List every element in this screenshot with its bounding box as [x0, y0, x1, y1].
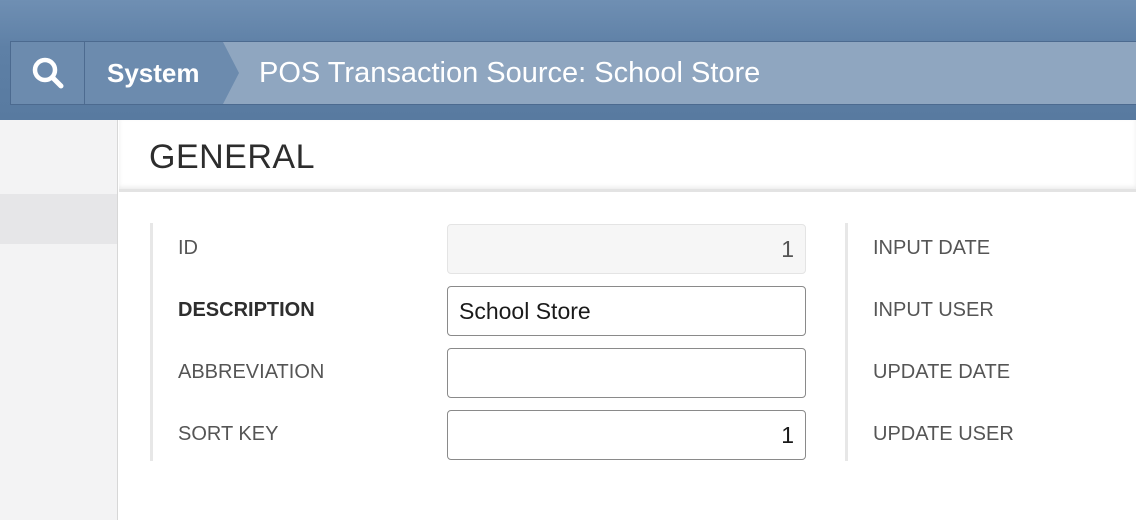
search-icon [32, 57, 63, 89]
sidebar [0, 120, 118, 520]
sidebar-item-general[interactable] [0, 194, 117, 244]
update-date-label: UPDATE DATE [873, 361, 1011, 383]
section-title: GENERAL [149, 138, 315, 176]
form-row-description: DESCRIPTION [153, 285, 833, 336]
id-label: ID [178, 237, 198, 259]
abbreviation-label: ABBREVIATION [178, 361, 325, 383]
form-row-abbreviation: ABBREVIATION [153, 347, 833, 398]
search-button[interactable] [11, 42, 85, 104]
general-form: ID DESCRIPTION ABBREVIATION SORT KEY [150, 223, 830, 461]
input-date-label: INPUT DATE [873, 237, 991, 259]
description-label: DESCRIPTION [178, 299, 315, 321]
breadcrumb-system[interactable]: System [85, 42, 239, 104]
sort-key-field[interactable] [447, 410, 806, 460]
breadcrumb: System POS Transaction Source: School St… [10, 41, 1136, 105]
audit-info: INPUT DATE INPUT USER UPDATE DATE UPDATE… [845, 223, 1136, 461]
id-field [447, 224, 806, 274]
form-row-id: ID [153, 223, 833, 274]
section-header: GENERAL [119, 120, 1136, 192]
abbreviation-field[interactable] [447, 348, 806, 398]
sort-key-label: SORT KEY [178, 423, 279, 445]
description-field[interactable] [447, 286, 806, 336]
top-header-bar: System POS Transaction Source: School St… [0, 0, 1136, 120]
input-user-label: INPUT USER [873, 299, 994, 321]
update-user-label: UPDATE USER [873, 423, 1014, 445]
form-row-sort-key: SORT KEY [153, 409, 833, 460]
page-title: POS Transaction Source: School Store [259, 56, 761, 89]
